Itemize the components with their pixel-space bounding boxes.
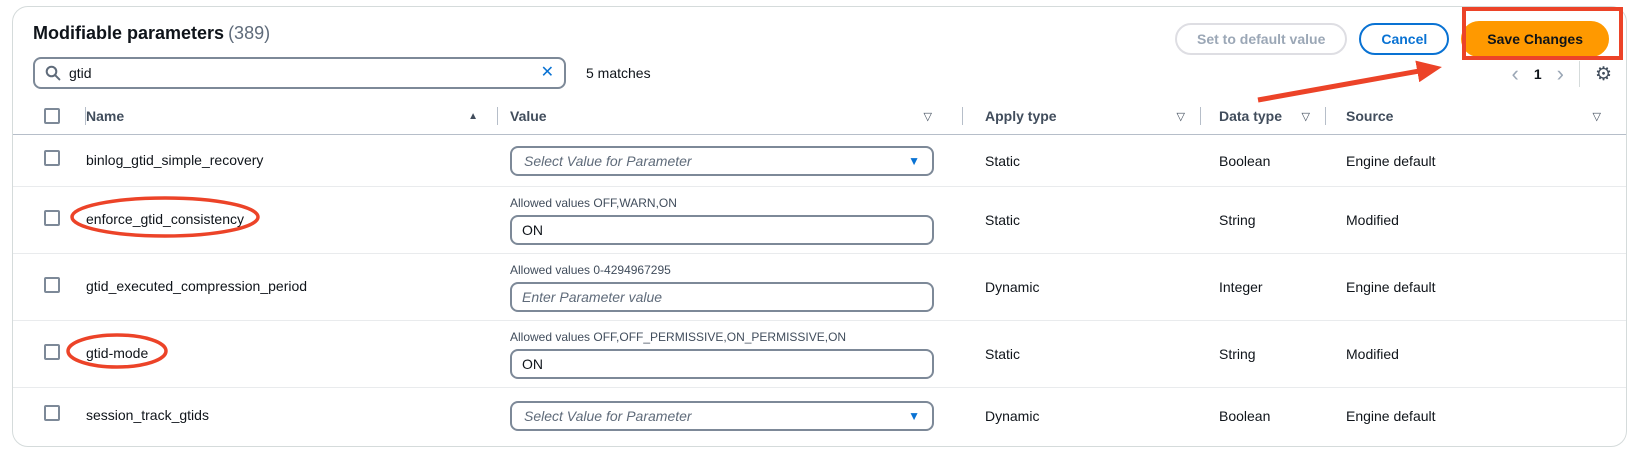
source-cell: Modified xyxy=(1326,346,1609,362)
clear-search-icon[interactable]: ✕ xyxy=(541,65,554,81)
parameter-name: session_track_gtids xyxy=(86,407,209,423)
source-cell: Modified xyxy=(1326,212,1609,228)
row-checkbox[interactable] xyxy=(44,150,60,166)
data-type-cell: String xyxy=(1201,346,1326,362)
cancel-button[interactable]: Cancel xyxy=(1359,23,1449,55)
source-cell: Engine default xyxy=(1326,279,1609,295)
modifiable-parameters-panel: Modifiable parameters(389) Set to defaul… xyxy=(12,6,1627,447)
table-row: enforce_gtid_consistency Allowed values … xyxy=(13,187,1626,254)
allowed-values-caption: Allowed values 0-4294967295 xyxy=(510,263,963,277)
page-number[interactable]: 1 xyxy=(1534,66,1542,82)
allowed-values-caption: Allowed values OFF,WARN,ON xyxy=(510,196,963,210)
pager-divider xyxy=(1579,61,1580,87)
table-row: binlog_gtid_simple_recovery Select Value… xyxy=(13,135,1626,187)
column-header-value[interactable]: Value ▽ xyxy=(498,98,963,134)
allowed-values-caption: Allowed values OFF,OFF_PERMISSIVE,ON_PER… xyxy=(510,330,963,344)
filter-icon[interactable]: ▽ xyxy=(1302,110,1310,123)
column-header-data-type[interactable]: Data type ▽ xyxy=(1201,98,1326,134)
pagination: ‹ 1 › ⚙ xyxy=(1512,59,1613,89)
source-cell: Engine default xyxy=(1326,408,1609,424)
select-caret-icon: ▼ xyxy=(908,154,920,168)
apply-type-cell: Static xyxy=(963,212,1201,228)
search-icon xyxy=(45,65,61,81)
row-checkbox[interactable] xyxy=(44,344,60,360)
parameter-name: gtid_executed_compression_period xyxy=(86,278,307,294)
sort-ascending-icon[interactable]: ▲ xyxy=(468,111,478,122)
column-header-name[interactable]: Name ▲ xyxy=(86,98,498,134)
parameter-count: (389) xyxy=(228,23,270,43)
gear-icon: ⚙ xyxy=(1595,64,1612,85)
table-row: session_track_gtids Select Value for Par… xyxy=(13,388,1626,443)
filter-icon[interactable]: ▽ xyxy=(924,110,932,123)
header-actions: Set to default value Cancel Save Changes xyxy=(1175,17,1609,61)
data-type-cell: Boolean xyxy=(1201,153,1326,169)
select-caret-icon: ▼ xyxy=(908,409,920,423)
next-page-icon[interactable]: › xyxy=(1557,63,1564,85)
header-select-all xyxy=(33,98,86,134)
value-input[interactable] xyxy=(510,215,934,245)
apply-type-cell: Dynamic xyxy=(963,279,1201,295)
parameter-name: gtid-mode xyxy=(86,345,148,361)
table-row: gtid-mode Allowed values OFF,OFF_PERMISS… xyxy=(13,321,1626,388)
apply-type-cell: Static xyxy=(963,346,1201,362)
filter-icon[interactable]: ▽ xyxy=(1593,110,1601,123)
set-to-default-button[interactable]: Set to default value xyxy=(1175,23,1347,55)
apply-type-cell: Dynamic xyxy=(963,408,1201,424)
settings-gear-button[interactable]: ⚙ xyxy=(1595,65,1612,84)
column-header-source[interactable]: Source ▽ xyxy=(1326,98,1609,134)
row-checkbox[interactable] xyxy=(44,277,60,293)
filter-icon[interactable]: ▽ xyxy=(1177,110,1185,123)
prev-page-icon[interactable]: ‹ xyxy=(1512,63,1519,85)
value-input[interactable] xyxy=(510,349,934,379)
source-cell: Engine default xyxy=(1326,153,1609,169)
parameter-search-box[interactable]: ✕ xyxy=(33,57,566,89)
select-all-checkbox[interactable] xyxy=(44,108,60,124)
panel-title-text: Modifiable parameters xyxy=(33,23,224,43)
value-input[interactable] xyxy=(510,282,934,312)
table-row: gtid_executed_compression_period Allowed… xyxy=(13,254,1626,321)
data-type-cell: String xyxy=(1201,212,1326,228)
apply-type-cell: Static xyxy=(963,153,1201,169)
data-type-cell: Boolean xyxy=(1201,408,1326,424)
value-select[interactable]: Select Value for Parameter ▼ xyxy=(510,146,934,176)
data-type-cell: Integer xyxy=(1201,279,1326,295)
match-count-text: 5 matches xyxy=(586,65,651,81)
value-select[interactable]: Select Value for Parameter ▼ xyxy=(510,401,934,431)
parameters-table: Name ▲ Value ▽ Apply type ▽ Data type ▽ … xyxy=(13,98,1626,443)
row-checkbox[interactable] xyxy=(44,210,60,226)
column-header-apply-type[interactable]: Apply type ▽ xyxy=(963,98,1201,134)
table-header-row: Name ▲ Value ▽ Apply type ▽ Data type ▽ … xyxy=(13,98,1626,135)
parameter-name: enforce_gtid_consistency xyxy=(86,211,244,227)
row-checkbox[interactable] xyxy=(44,405,60,421)
save-changes-button[interactable]: Save Changes xyxy=(1461,21,1609,57)
search-input[interactable] xyxy=(69,65,533,81)
page-title: Modifiable parameters(389) xyxy=(33,23,270,44)
screenshot-viewport: Modifiable parameters(389) Set to defaul… xyxy=(0,0,1650,469)
parameter-name: binlog_gtid_simple_recovery xyxy=(86,152,263,168)
